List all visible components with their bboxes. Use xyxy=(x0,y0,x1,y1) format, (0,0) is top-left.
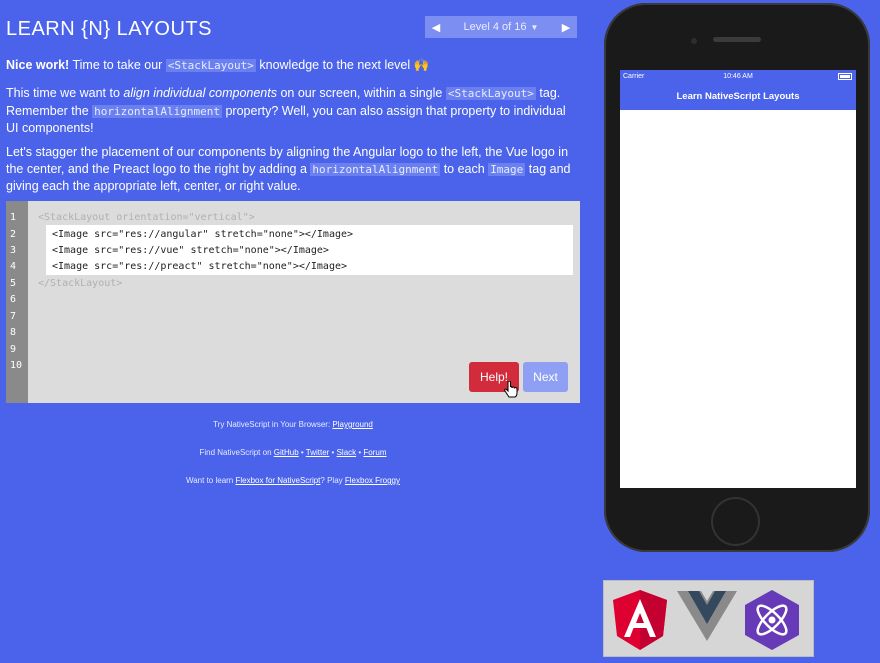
code-line-readonly: </StackLayout> xyxy=(38,278,123,289)
footer-community: Find NativeScript on GitHub • Twitter • … xyxy=(6,448,580,457)
code-horizontal-alignment: horizontalAlignment xyxy=(92,104,222,118)
code-horizontal-alignment: horizontalAlignment xyxy=(310,162,441,176)
line-number: 10 xyxy=(10,360,23,371)
code-input-line: <Image src="res://angular" stretch="none… xyxy=(52,229,354,240)
raised-hands-icon: 🙌 xyxy=(413,58,430,72)
hand-cursor-icon xyxy=(504,381,518,398)
footer-flexbox: Want to learn Flexbox for NativeScript? … xyxy=(6,476,580,485)
twitter-link[interactable]: Twitter xyxy=(306,448,330,457)
instruction-paragraph-1: This time we want to align individual co… xyxy=(6,85,576,137)
prev-level-button[interactable]: ◀ xyxy=(425,16,447,38)
logo-preview-panel xyxy=(603,580,814,657)
code-stacklayout: <StackLayout> xyxy=(445,87,536,100)
page-title: LEARN {N} LAYOUTS xyxy=(6,18,212,40)
playground-link[interactable]: Playground xyxy=(332,420,372,429)
level-dropdown[interactable]: Level 4 of 16 ▼ xyxy=(447,21,555,33)
line-number: 8 xyxy=(10,327,17,338)
preact-logo-icon xyxy=(745,590,799,650)
phone-screen: Carrier 10:46 AM Learn NativeScript Layo… xyxy=(620,70,856,488)
phone-preview: Carrier 10:46 AM Learn NativeScript Layo… xyxy=(604,3,870,552)
flexbox-nativescript-link[interactable]: Flexbox for NativeScript xyxy=(235,476,320,485)
separator: • xyxy=(329,448,337,457)
line-number: 9 xyxy=(10,344,17,355)
code-input-line: <Image src="res://preact" stretch="none"… xyxy=(52,261,348,272)
arrow-left-icon: ◀ xyxy=(431,21,441,34)
arrow-right-icon: ▶ xyxy=(561,21,571,34)
code-input[interactable]: <Image src="res://angular" stretch="none… xyxy=(46,225,573,275)
p2-text-1: This time we want to xyxy=(6,86,124,100)
p2-emphasis: align individual components xyxy=(123,86,277,100)
next-level-button[interactable]: ▶ xyxy=(555,16,577,38)
line-number: 6 xyxy=(10,294,17,305)
vue-logo-icon xyxy=(677,591,737,641)
instruction-paragraph-2: Let's stagger the placement of our compo… xyxy=(6,144,576,195)
forum-link[interactable]: Forum xyxy=(363,448,386,457)
caret-down-icon: ▼ xyxy=(530,23,539,32)
angular-logo-icon xyxy=(613,590,667,650)
p3-text-2: to each xyxy=(440,161,489,176)
line-number-gutter: 1 2 3 4 5 6 7 8 9 10 xyxy=(6,201,28,403)
separator: • xyxy=(298,448,306,457)
code-stacklayout: <StackLayout> xyxy=(165,59,256,72)
intro-paragraph: Nice work! Time to take our <StackLayout… xyxy=(6,57,576,75)
app-action-bar: Learn NativeScript Layouts xyxy=(620,84,856,110)
line-number: 2 xyxy=(10,229,17,240)
speaker-grille xyxy=(713,37,761,42)
level-selector: ◀ Level 4 of 16 ▼ ▶ xyxy=(425,16,577,38)
github-link[interactable]: GitHub xyxy=(274,448,299,457)
intro-lead: Nice work! xyxy=(6,58,70,72)
slack-link[interactable]: Slack xyxy=(337,448,357,457)
code-input-line: <Image src="res://vue" stretch="none"></… xyxy=(52,245,329,256)
camera-icon xyxy=(691,38,697,44)
intro-text-1: Time to take our xyxy=(69,58,166,72)
line-number: 7 xyxy=(10,311,17,322)
line-number: 3 xyxy=(10,245,17,256)
battery-icon xyxy=(838,73,852,80)
status-bar: Carrier 10:46 AM xyxy=(620,70,856,84)
code-line-readonly: <StackLayout orientation="vertical"> xyxy=(38,212,255,223)
status-time: 10:46 AM xyxy=(723,73,753,80)
footer-text: Find NativeScript on xyxy=(199,448,274,457)
level-label: Level 4 of 16 xyxy=(463,21,527,33)
footer-text: Try NativeScript in Your Browser: xyxy=(213,420,333,429)
line-number: 1 xyxy=(10,212,17,223)
home-button xyxy=(713,499,758,544)
code-editor: 1 2 3 4 5 6 7 8 9 10 <StackLayout orient… xyxy=(6,201,580,403)
intro-text-2: knowledge to the next level xyxy=(255,58,414,72)
p2-text-2: on our screen, within a single xyxy=(276,86,446,100)
footer-text: ? Play xyxy=(320,476,345,485)
footer-text: Want to learn xyxy=(185,476,236,485)
footer-playground: Try NativeScript in Your Browser: Playgr… xyxy=(6,420,580,429)
code-image: Image xyxy=(488,162,526,176)
flexbox-froggy-link[interactable]: Flexbox Froggy xyxy=(345,476,400,485)
line-number: 4 xyxy=(10,261,17,272)
line-number: 5 xyxy=(10,278,17,289)
next-button[interactable]: Next xyxy=(523,362,568,392)
